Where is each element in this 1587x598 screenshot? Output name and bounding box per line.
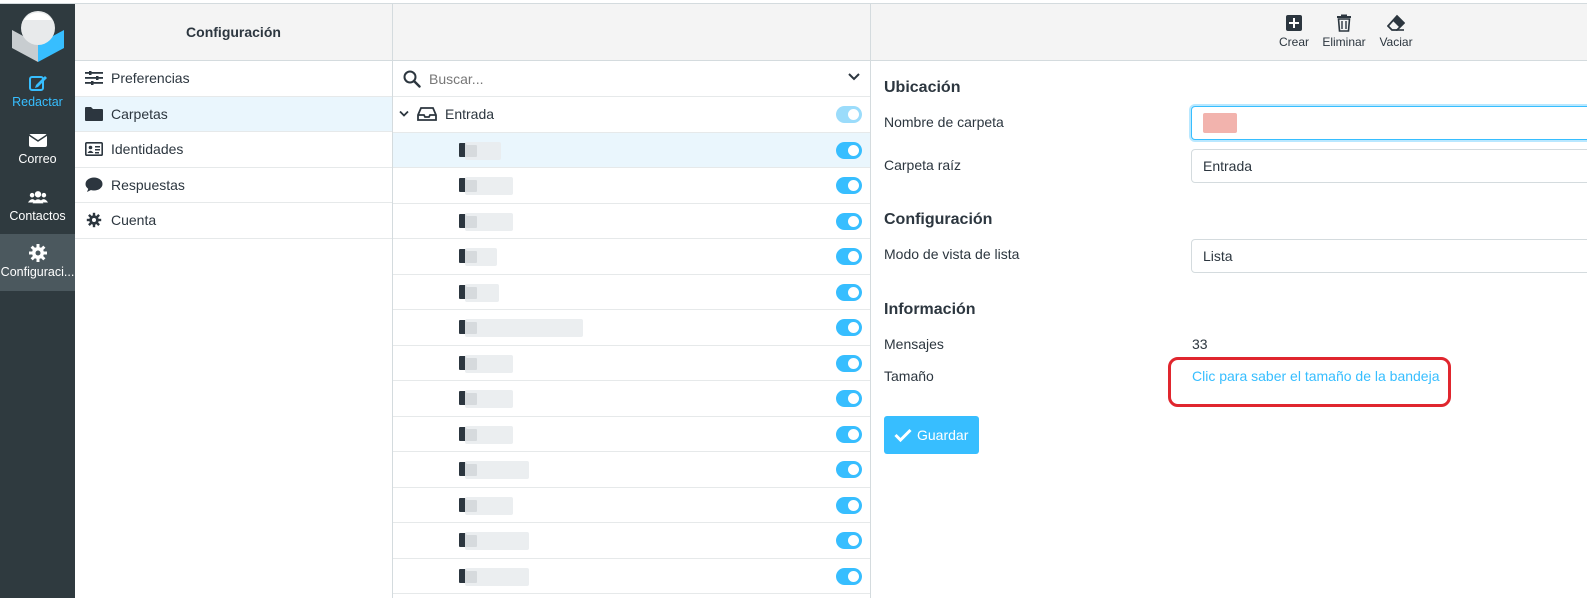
messages-count: 33	[1192, 336, 1208, 352]
contacts-task[interactable]: Contactos	[0, 178, 75, 235]
settings-item-preferences[interactable]: Preferencias	[75, 61, 392, 97]
folder-row[interactable]	[393, 417, 870, 452]
sliders-icon	[85, 71, 103, 86]
redacted-folder-name	[465, 177, 513, 195]
gear-icon	[86, 213, 102, 228]
folder-row[interactable]	[393, 346, 870, 381]
subscription-toggle[interactable]	[836, 390, 862, 407]
folder-name-label: Nombre de carpeta	[884, 114, 1004, 130]
settings-task[interactable]: Configuraci...	[0, 234, 75, 291]
redacted-folder-name	[465, 461, 529, 479]
redacted-value	[1203, 113, 1237, 133]
subscription-toggle[interactable]	[836, 461, 862, 478]
folder-row[interactable]	[393, 310, 870, 346]
task-menu: Redactar Correo Contactos Configuraci...	[0, 4, 75, 598]
settings-item-identities[interactable]: Identidades	[75, 132, 392, 168]
subscription-toggle[interactable]	[836, 212, 862, 230]
folder-row[interactable]	[393, 559, 870, 594]
folder-list-panel: Buscar... Entrada	[393, 4, 871, 598]
search-input[interactable]: Buscar...	[429, 71, 483, 87]
folder-row[interactable]	[393, 204, 870, 239]
chevron-down-icon[interactable]	[848, 72, 860, 82]
folder-row[interactable]	[393, 168, 870, 204]
plus-square-icon	[1286, 15, 1302, 31]
redacted-folder-name	[465, 212, 513, 231]
roundcube-logo[interactable]	[8, 6, 66, 64]
id-card-icon	[85, 142, 103, 157]
redacted-folder-name	[465, 496, 513, 515]
redacted-folder-name	[465, 319, 583, 337]
parent-folder-label: Carpeta raíz	[884, 157, 962, 173]
eraser-icon	[1387, 14, 1405, 31]
inbox-icon	[417, 107, 437, 122]
redacted-folder-name	[465, 567, 529, 586]
redacted-folder-name	[465, 283, 499, 302]
redacted-folder-name	[465, 532, 529, 550]
folder-search[interactable]: Buscar...	[393, 61, 870, 97]
redacted-folder-name	[465, 248, 497, 266]
subscription-toggle[interactable]	[836, 425, 862, 443]
settings-item-folders[interactable]: Carpetas	[75, 96, 392, 132]
subscription-toggle[interactable]	[836, 283, 862, 301]
redacted-folder-name	[465, 425, 513, 444]
folder-row[interactable]	[393, 275, 870, 310]
folder-row[interactable]	[393, 523, 870, 559]
settings-item-account[interactable]: Cuenta	[75, 203, 392, 239]
comment-icon	[85, 177, 103, 192]
location-section-title: Ubicación	[884, 79, 961, 96]
users-icon	[27, 191, 48, 204]
settings-header: Configuración	[75, 4, 392, 61]
messages-label: Mensajes	[884, 336, 944, 352]
toolbar: Crear Eliminar Vaciar	[871, 4, 1587, 61]
subscription-toggle[interactable]	[836, 106, 862, 123]
subscription-toggle[interactable]	[836, 248, 862, 265]
redacted-folder-name	[465, 390, 513, 408]
folder-row[interactable]	[393, 452, 870, 488]
highlight-annotation	[1168, 357, 1451, 407]
folder-row[interactable]	[393, 239, 870, 275]
size-label: Tamaño	[884, 368, 934, 384]
folder-name-input[interactable]	[1191, 106, 1587, 140]
parent-folder-select[interactable]: Entrada	[1191, 149, 1587, 183]
config-section-title: Configuración	[884, 211, 993, 228]
create-button[interactable]: Crear	[1277, 10, 1311, 49]
folder-properties-panel: Crear Eliminar Vaciar Ubicación Nombre d…	[871, 4, 1587, 598]
folder-row[interactable]	[393, 488, 870, 523]
settings-menu: Configuración Preferencias Carpetas Iden…	[75, 4, 393, 598]
subscription-toggle[interactable]	[836, 567, 862, 585]
folder-list-header	[393, 4, 870, 61]
folder-row[interactable]	[393, 132, 870, 168]
subscription-toggle[interactable]	[836, 532, 862, 549]
view-mode-select[interactable]: Lista	[1191, 239, 1587, 273]
envelope-icon	[28, 134, 47, 147]
subscription-toggle[interactable]	[836, 496, 862, 514]
trash-icon	[1337, 14, 1351, 32]
settings-item-responses[interactable]: Respuestas	[75, 168, 392, 203]
subscription-toggle[interactable]	[836, 319, 862, 336]
mail-task[interactable]: Correo	[0, 121, 75, 178]
folder-row-inbox[interactable]: Entrada	[393, 97, 870, 133]
check-icon	[894, 428, 912, 442]
subscription-toggle[interactable]	[836, 354, 862, 372]
view-mode-label: Modo de vista de lista	[884, 246, 1020, 262]
folder-icon	[85, 106, 103, 121]
compose-task[interactable]: Redactar	[0, 64, 75, 121]
delete-button[interactable]: Eliminar	[1320, 10, 1368, 49]
info-section-title: Información	[884, 301, 976, 318]
redacted-folder-name	[465, 354, 513, 373]
gear-icon	[28, 244, 47, 262]
search-icon	[403, 70, 421, 88]
folder-row[interactable]	[393, 381, 870, 417]
chevron-down-icon[interactable]	[399, 110, 409, 118]
empty-button[interactable]: Vaciar	[1377, 10, 1415, 49]
save-button[interactable]: Guardar	[884, 416, 979, 454]
subscription-toggle[interactable]	[836, 141, 862, 159]
redacted-folder-name	[465, 141, 501, 160]
subscription-toggle[interactable]	[836, 177, 862, 194]
compose-icon	[28, 76, 47, 91]
